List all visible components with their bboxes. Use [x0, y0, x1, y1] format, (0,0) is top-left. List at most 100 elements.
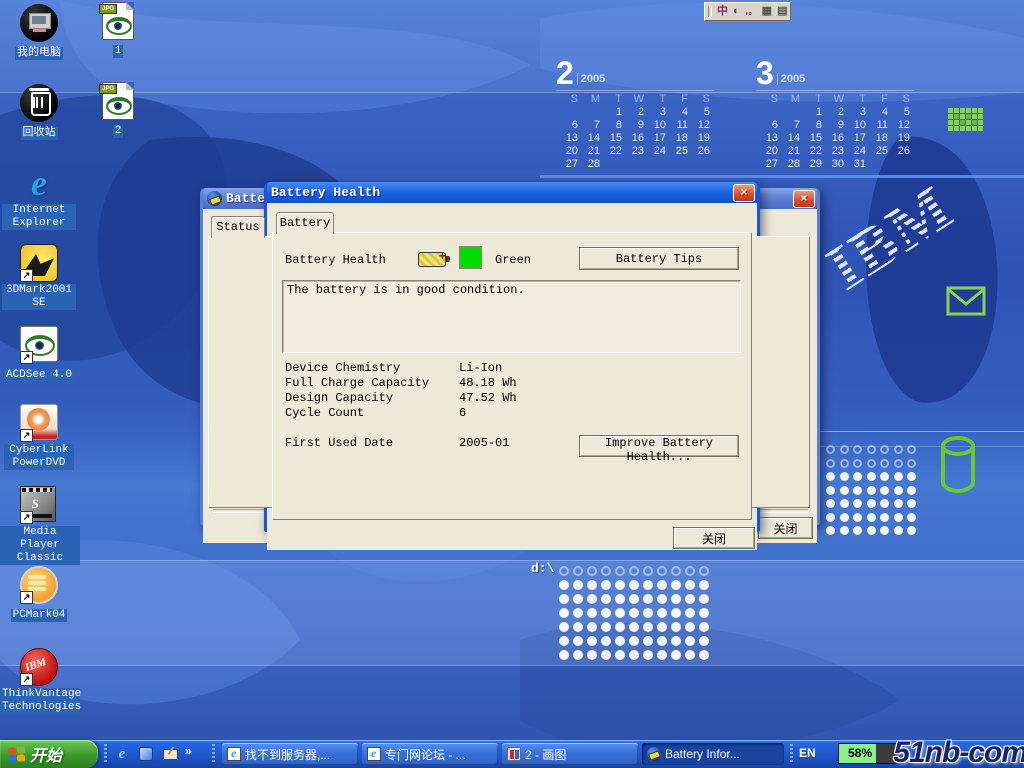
- wallpaper-dot: [867, 486, 876, 495]
- wallpaper-dot: [894, 526, 903, 535]
- calendar-date: 15: [600, 132, 622, 145]
- taskbar: 开始 e » 找不到服务器,... 专门网论坛 - ... 2 - 画图 Bat…: [0, 740, 1024, 768]
- icon-label: 我的电脑: [15, 47, 63, 60]
- battery-tips-button[interactable]: Battery Tips: [579, 247, 739, 270]
- ime-input-mode-button[interactable]: 中: [717, 4, 728, 19]
- ime-punctuation-button[interactable]: ，。: [745, 4, 757, 19]
- calendar-date: [866, 158, 888, 171]
- calendar-date: 16: [822, 132, 844, 145]
- tab-battery[interactable]: Battery: [276, 212, 334, 234]
- icon-label: 1: [113, 45, 124, 58]
- wallpaper-dot: [826, 526, 835, 535]
- calendar-day-header: S: [556, 93, 578, 106]
- ie-page-icon: [227, 747, 241, 761]
- quicklaunch-internet-explorer-icon[interactable]: e: [114, 746, 130, 762]
- wallpaper-dot: [894, 459, 903, 468]
- calendar-day-header: F: [666, 93, 688, 106]
- desktop-icon-internet-explorer[interactable]: e Internet Explorer: [0, 164, 78, 230]
- wallpaper-dot: [615, 608, 625, 618]
- taskbar-separator: [104, 744, 107, 764]
- wallpaper-dot-grid-right: [824, 443, 919, 538]
- wallpaper-dot: [559, 650, 569, 660]
- calendar-date: 14: [778, 132, 800, 145]
- field-value: Li-Ion: [459, 361, 502, 375]
- taskbar-task-server-not-found[interactable]: 找不到服务器,...: [222, 743, 358, 765]
- ime-width-mode-button[interactable]: ◐: [733, 4, 740, 19]
- battery-info-window-icon: [207, 191, 222, 206]
- acdsee-icon: [20, 326, 58, 362]
- language-indicator[interactable]: EN: [799, 746, 816, 760]
- battery-health-window[interactable]: Battery Health × Battery Battery Health …: [264, 182, 760, 532]
- wallpaper-dot: [907, 486, 916, 495]
- wallpaper-dot: [601, 594, 611, 604]
- wallpaper-dot: [699, 636, 709, 646]
- ime-menu-button[interactable]: ▤: [777, 4, 787, 19]
- calendar-date: 31: [844, 158, 866, 171]
- desktop-file-2[interactable]: JPG 2: [92, 82, 144, 138]
- taskbar-task-forum[interactable]: 专门网论坛 - ...: [362, 743, 498, 765]
- calendar-week: 13141516171819: [756, 132, 914, 145]
- desktop-file-1[interactable]: JPG 1: [92, 2, 144, 58]
- icon-label: 3DMark2001 SE: [2, 284, 76, 310]
- tab-status[interactable]: Status: [211, 216, 265, 238]
- powerdvd-icon: [20, 404, 58, 440]
- desktop-icon-acdsee[interactable]: ACDSee 4.0: [0, 326, 78, 382]
- wallpaper-dot: [853, 445, 862, 454]
- desktop-icon-pcmark04[interactable]: PCMark04: [0, 566, 78, 622]
- field-label: First Used Date: [285, 436, 393, 450]
- close-button[interactable]: ×: [793, 190, 815, 208]
- calendar-header: 3 2005: [756, 54, 914, 88]
- taskbar-separator: [212, 744, 215, 764]
- wallpaper-dot: [587, 580, 597, 590]
- calendar-week: 6789101112: [756, 119, 914, 132]
- wallpaper-dot: [671, 580, 681, 590]
- wallpaper-dot: [671, 566, 681, 576]
- calendar-year: 2005: [577, 73, 605, 85]
- wallpaper-dot: [643, 650, 653, 660]
- start-button[interactable]: 开始: [0, 740, 98, 768]
- calendar-day-header: S: [688, 93, 710, 106]
- improve-battery-health-button[interactable]: Improve Battery Health...: [579, 435, 739, 457]
- desktop-icon-my-computer[interactable]: 我的电脑: [0, 4, 78, 60]
- ime-language-bar[interactable]: 中 ◐ ，。 ▦ ▤: [704, 2, 791, 21]
- wallpaper-dot: [559, 580, 569, 590]
- desktop-icon-recycle-bin[interactable]: 回收站: [0, 84, 78, 140]
- icon-label: ACDSee 4.0: [4, 369, 74, 382]
- battery-health-titlebar[interactable]: Battery Health ×: [267, 182, 757, 203]
- calendar-date: [578, 106, 600, 119]
- calendar-date: 25: [666, 145, 688, 158]
- desktop-icon-thinkvantage[interactable]: ThinkVantage Technologies: [0, 648, 78, 714]
- close-button[interactable]: ×: [733, 184, 755, 202]
- quicklaunch-outlook-express-icon[interactable]: [138, 746, 154, 762]
- field-label: Full Charge Capacity: [285, 376, 429, 390]
- close-dialog-button[interactable]: 关闭: [758, 517, 813, 539]
- wallpaper-dot: [907, 445, 916, 454]
- quicklaunch-overflow-chevron[interactable]: »: [185, 744, 192, 758]
- quicklaunch-show-desktop-icon[interactable]: [162, 746, 178, 762]
- calendar-date: 22: [600, 145, 622, 158]
- calendar-date: [622, 158, 644, 171]
- icon-label: ThinkVantage Technologies: [0, 688, 80, 714]
- ime-soft-keyboard-button[interactable]: ▦: [762, 4, 772, 19]
- close-dialog-button[interactable]: 关闭: [673, 527, 755, 549]
- calendar-day-header: F: [866, 93, 888, 106]
- taskbar-task-paint[interactable]: 2 - 画图: [502, 743, 638, 765]
- condition-textbox: The battery is in good condition.: [282, 280, 741, 353]
- calendar-date: 11: [866, 119, 888, 132]
- calendar-date: 19: [888, 132, 910, 145]
- calendar-date: 14: [578, 132, 600, 145]
- desktop-icon-powerdvd[interactable]: CyberLink PowerDVD: [0, 404, 78, 470]
- taskbar-task-battery-information[interactable]: Battery Infor...: [642, 743, 784, 765]
- calendar-day-header: W: [622, 93, 644, 106]
- icon-label: Media Player Classic: [0, 526, 80, 565]
- wallpaper-dot: [615, 636, 625, 646]
- wallpaper-dot: [559, 622, 569, 632]
- calendar-year: 2005: [777, 73, 805, 85]
- desktop-icon-media-player-classic[interactable]: Media Player Classic: [0, 486, 78, 565]
- calendar-date: 24: [844, 145, 866, 158]
- wallpaper-dot: [601, 636, 611, 646]
- wallpaper-dot: [826, 472, 835, 481]
- desktop-icon-3dmark2001[interactable]: 3DMark2001 SE: [0, 244, 78, 310]
- field-label: Cycle Count: [285, 406, 364, 420]
- ime-grip[interactable]: [708, 6, 712, 17]
